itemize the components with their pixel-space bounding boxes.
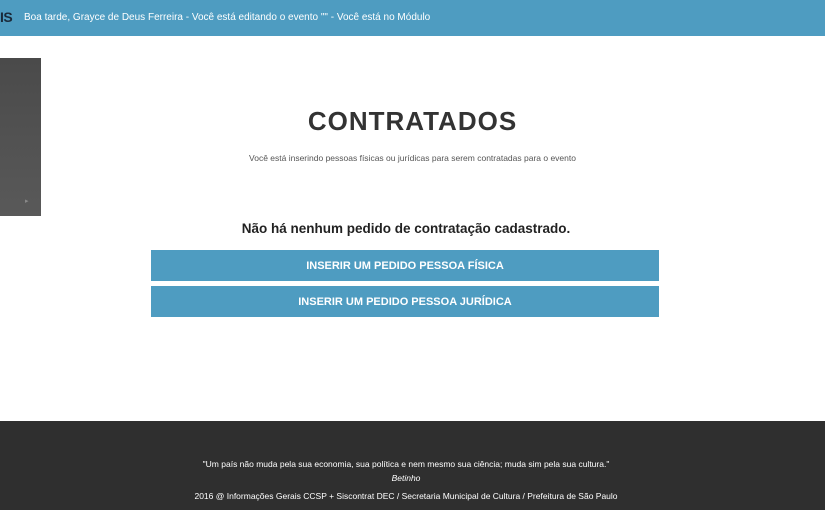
brand-logo[interactable]: IS	[0, 9, 13, 25]
page-title: CONTRATADOS	[307, 106, 518, 136]
empty-state-message: Não há nenhum pedido de contratação cada…	[241, 221, 571, 236]
page-footer: "Um país não muda pela sua economia, sua…	[0, 421, 825, 510]
footer-credits: 2016 @ Informações Gerais CCSP + Siscont…	[194, 491, 618, 501]
chevron-right-icon[interactable]: ▸	[25, 197, 29, 205]
insert-pessoa-fisica-button[interactable]: INSERIR UM PEDIDO PESSOA FÍSICA	[151, 250, 659, 281]
user-greeting: Boa tarde, Grayce de Deus Ferreira - Voc…	[24, 12, 431, 23]
insert-pessoa-juridica-button[interactable]: INSERIR UM PEDIDO PESSOA JURÍDICA	[151, 286, 659, 317]
footer-quote: "Um país não muda pela sua economia, sua…	[202, 459, 610, 469]
footer-quote-author: Betinho	[391, 473, 421, 483]
top-header-bar: IS Boa tarde, Grayce de Deus Ferreira - …	[0, 0, 825, 36]
page-subtitle: Você está inserindo pessoas físicas ou j…	[249, 153, 576, 163]
side-menu-panel[interactable]: ▸	[0, 58, 41, 216]
